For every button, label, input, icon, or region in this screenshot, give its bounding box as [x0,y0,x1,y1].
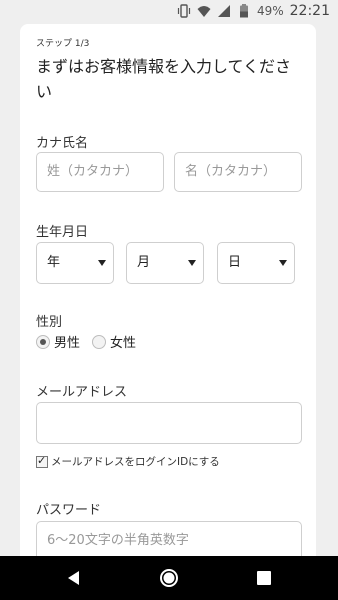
gender-male-radio[interactable] [36,334,50,349]
signal-icon [217,5,230,17]
chevron-down-icon [188,260,196,266]
kana-last-name-input[interactable]: 姓（カタカナ） [36,152,164,192]
page-title: まずはお客様情報を入力してくださ い [36,54,306,104]
page-title-line-1: まずはお客様情報を入力してくださ [36,57,292,76]
kana-first-name-input[interactable]: 名（カタカナ） [174,152,302,192]
birth-day-value: 日 [228,255,242,270]
chevron-down-icon [98,260,106,266]
gender-label: 性別 [36,315,63,330]
kana-name-label: カナ氏名 [36,136,89,151]
battery-icon [239,4,248,18]
birth-year-select[interactable]: 年 [36,242,114,284]
registration-card: ステップ 1/3 まずはお客様情報を入力してくださ い カナ氏名 姓（カタカナ）… [20,24,316,564]
password-input[interactable]: 6〜20文字の半角英数字 [36,521,302,561]
step-indicator: ステップ 1/3 [36,39,90,49]
vibrate-icon [177,4,191,18]
birth-month-value: 月 [137,255,151,270]
chevron-down-icon [279,260,287,266]
email-label: メールアドレス [36,385,128,400]
birthdate-label: 生年月日 [36,225,89,240]
gender-female-radio[interactable] [92,334,107,349]
clock: 22:21 [289,3,330,19]
birth-day-select[interactable]: 日 [217,242,295,284]
kana-last-name-placeholder: 姓（カタカナ） [47,164,139,179]
password-placeholder: 6〜20文字の半角英数字 [47,533,189,548]
status-bar: 49% 22:21 [0,0,338,24]
gender-female-label[interactable]: 女性 [110,332,136,351]
birth-year-value: 年 [47,255,61,270]
email-input[interactable] [36,402,302,444]
home-icon[interactable] [159,568,179,588]
gender-male-label[interactable]: 男性 [54,332,80,351]
use-email-as-login-label[interactable]: メールアドレスをログインIDにする [51,454,220,469]
recents-icon[interactable] [254,568,274,588]
navigation-bar [0,556,338,600]
use-email-as-login-checkbox[interactable] [36,454,48,468]
back-icon[interactable] [64,568,84,588]
wifi-icon [197,6,211,17]
gender-radio-group: 男性 女性 [36,332,148,351]
kana-first-name-placeholder: 名（カタカナ） [185,164,277,179]
use-email-as-login-row[interactable]: メールアドレスをログインIDにする [36,454,220,469]
birth-month-select[interactable]: 月 [126,242,204,284]
battery-percent: 49% [256,4,284,18]
page-title-line-2: い [36,82,53,101]
password-label: パスワード [36,503,102,518]
